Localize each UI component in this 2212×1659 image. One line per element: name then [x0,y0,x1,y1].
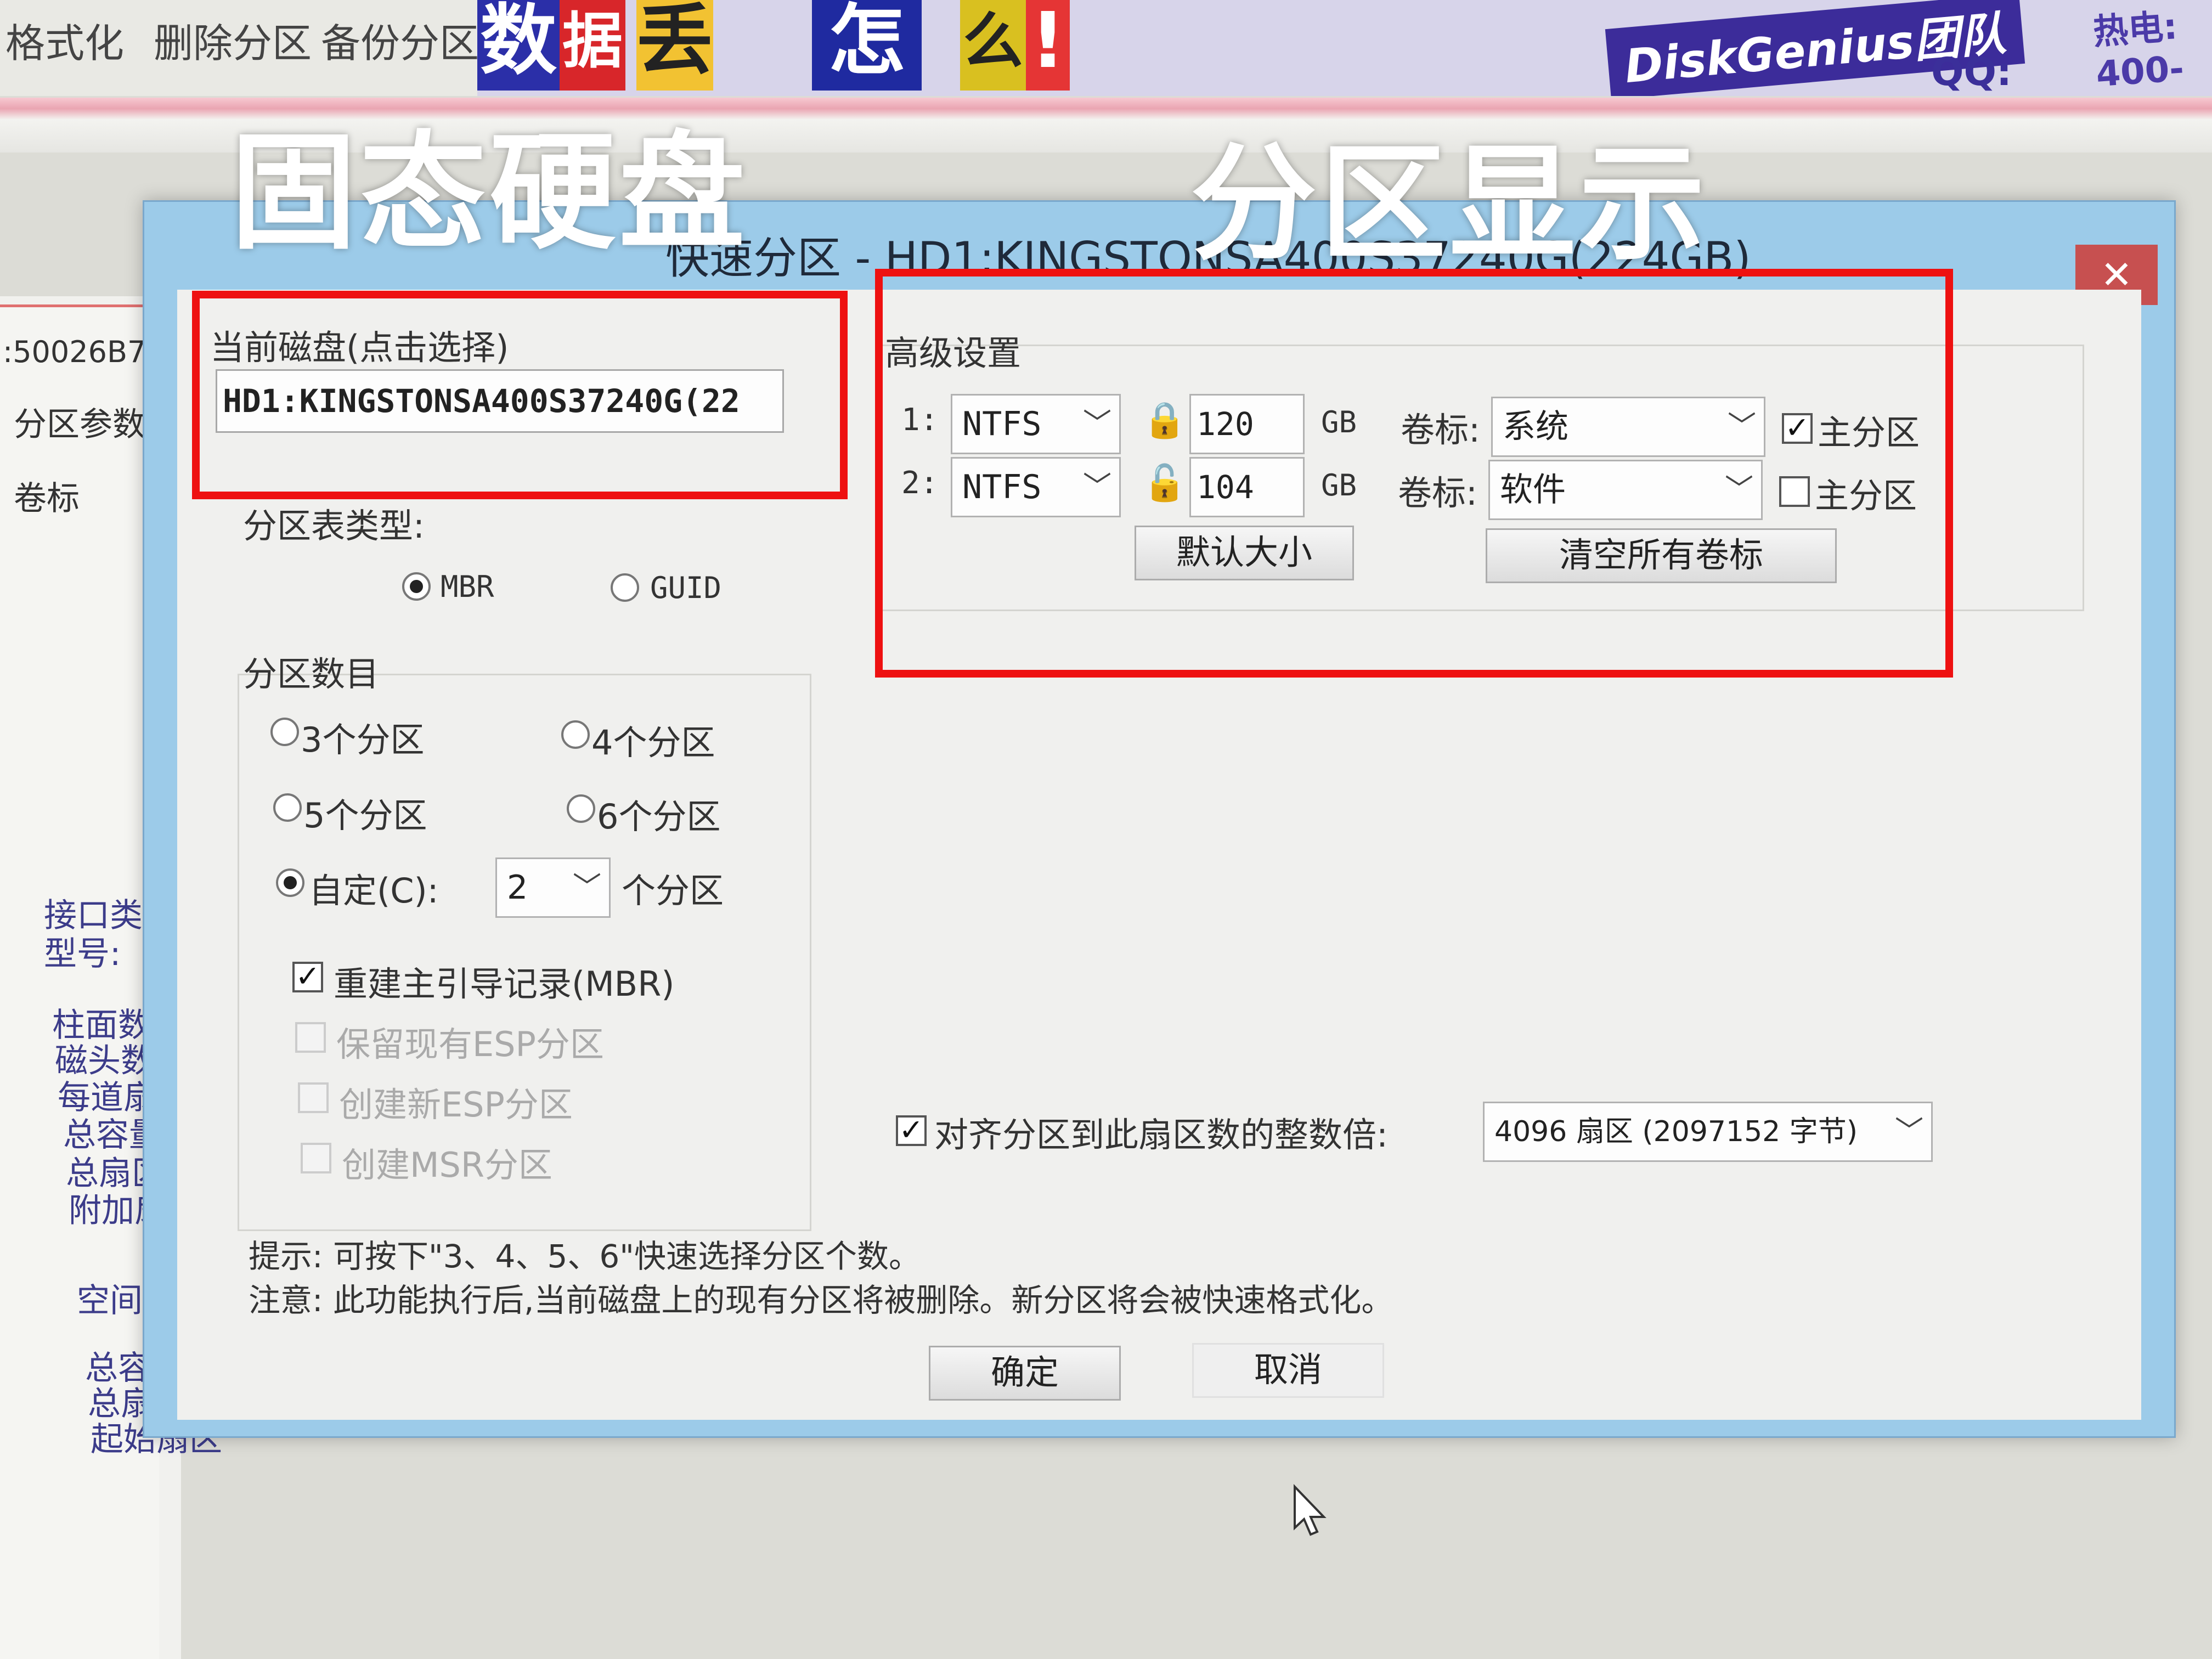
keep-esp-checkbox[interactable] [295,1022,326,1053]
format-button[interactable]: 格式化 [5,11,124,69]
disk-highlight-box [192,291,848,499]
guid-radio-label: GUID [650,571,722,605]
three-partitions-radio[interactable] [270,718,299,746]
ok-button[interactable]: 确定 [929,1346,1121,1401]
banner-tile: 据 [560,0,625,91]
partition-count-label: 分区数目 [243,654,380,694]
checkmark-icon: ✓ [899,1113,924,1147]
disk-serial: :50026B76 [3,335,165,369]
keep-esp-label: 保留现有ESP分区 [336,1024,604,1064]
chevron-down-icon: ﹀ [1894,1115,1923,1148]
partition-count-value: 2 [507,868,528,907]
mbr-radio-label: MBR [441,569,494,604]
chevron-down-icon: ﹀ [572,871,601,904]
banner-tile: 么 [960,0,1026,91]
guid-radio[interactable] [611,573,639,602]
tab-partition-params[interactable]: 分区参数 [14,398,145,445]
six-partitions-radio[interactable] [567,794,595,823]
banner-tile: 数 [477,0,560,91]
create-esp-checkbox[interactable] [298,1082,329,1113]
partition-count-suffix: 个分区 [622,871,724,911]
checkmark-icon: ✓ [295,959,320,994]
model-label: 型号: [44,935,121,973]
custom-partitions-radio[interactable] [276,868,304,897]
six-partitions-label: 6个分区 [597,797,721,837]
create-msr-label: 创建MSR分区 [342,1145,552,1185]
annotation-partition-caption: 分区显示 [1190,131,1709,278]
annotation-ssd-caption: 固态硬盘 [230,120,749,267]
three-partitions-label: 3个分区 [301,720,425,760]
partition-count-dropdown[interactable]: 2 ﹀ [495,857,611,918]
notice-text: 注意: 此功能执行后,当前磁盘上的现有分区将被删除。新分区将会被快速格式化。 [249,1282,1393,1319]
volume-label-caption: 卷标 [14,479,80,518]
partition-table-type-label: 分区表类型: [243,506,425,546]
align-sectors-dropdown[interactable]: 4096 扇区 (2097152 字节) ﹀ [1483,1102,1933,1162]
mbr-radio[interactable] [402,572,431,601]
create-esp-label: 创建新ESP分区 [339,1085,573,1125]
rebuild-mbr-label: 重建主引导记录(MBR) [334,964,675,1004]
rebuild-mbr-checkbox[interactable]: ✓ [292,962,323,992]
mouse-pointer-icon [1294,1484,1327,1536]
four-partitions-label: 4个分区 [591,723,715,763]
partition-highlight-box [875,269,1953,678]
align-partitions-label: 对齐分区到此扇区数的整数倍: [934,1115,1388,1155]
hint-text: 提示: 可按下"3、4、5、6"快速选择分区个数。 [249,1238,921,1275]
banner-tile: 丢 [636,0,713,91]
four-partitions-radio[interactable] [561,720,590,749]
partition-info-panel: :50026B76 分区参数 卷标 接口类型 型号: 柱面数: 磁头数: 每道扇… [0,307,233,1659]
qq-contact: QQ: 4000089958(与电话同号) [1931,49,2012,94]
cancel-button[interactable]: 取消 [1192,1343,1384,1398]
five-partitions-label: 5个分区 [303,795,427,836]
banner-tile: 怎 [812,0,922,91]
create-msr-checkbox[interactable] [301,1143,331,1173]
align-partitions-checkbox[interactable]: ✓ [896,1115,927,1146]
ad-banner[interactable]: 数 据 丢 怎 么 ! DiskGenius团队 热电: 400-008 QQ:… [477,0,2212,96]
five-partitions-radio[interactable] [273,793,302,822]
delete-partition-button[interactable]: 删除分区 [154,11,312,69]
backup-partition-button[interactable]: 备份分区 [321,11,479,69]
banner-tile: ! [1026,0,1070,91]
align-sectors-value: 4096 扇区 (2097152 字节) [1494,1115,1858,1148]
custom-partitions-label: 自定(C): [309,871,439,911]
